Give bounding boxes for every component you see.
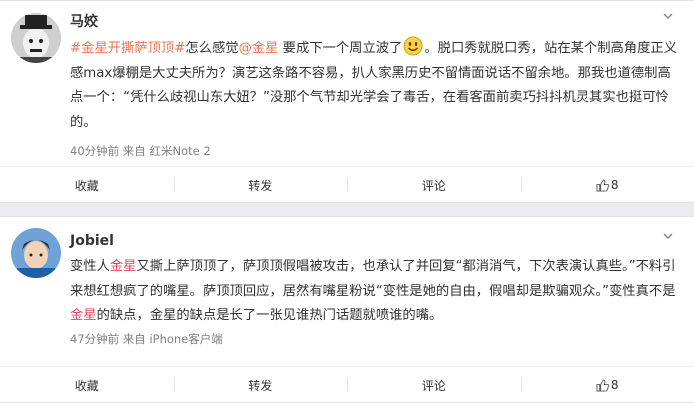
repost-button[interactable]: 转发 [174,167,348,203]
post-text: #金星开撕萨顶顶#怎么感觉@金星 要成下一个周立波了。脱口秀就脱口秀，站在某个制… [70,36,680,135]
favorite-label: 收藏 [75,177,99,194]
comment-label: 评论 [422,177,446,194]
like-count: 8 [611,378,619,392]
text-segment: 的缺点，金星的缺点是长了一张见谁热门话题就喷谁的嘴。 [97,308,443,323]
text-segment: 又撕上萨顶顶了，萨顶顶假唱被攻击，也承认了并回复“都消消气，下次表演认真些。”不… [70,259,676,299]
like-button[interactable]: 8 [521,367,694,403]
keyword-highlight[interactable]: 金星 [70,308,97,323]
text-segment: 变性人 [70,259,110,274]
username[interactable]: Jobiel [70,233,114,249]
chevron-down-icon[interactable] [663,11,673,21]
avatar[interactable] [11,13,61,63]
avatar[interactable] [11,228,61,278]
post-text: 变性人金星又撕上萨顶顶了，萨顶顶假唱被攻击，也承认了并回复“都消消气，下次表演认… [70,255,680,329]
text-segment: 要成下一个周立波了 [278,41,402,56]
repost-label: 转发 [248,177,272,194]
like-button[interactable]: 8 [521,167,694,203]
keyword-highlight[interactable]: 金星 [110,259,137,274]
thumbs-up-icon [596,379,609,392]
chevron-down-icon[interactable] [663,231,673,241]
hashtag-link[interactable]: #金星开撕萨顶顶# [70,41,185,56]
like-count: 8 [611,178,619,192]
favorite-label: 收藏 [75,377,99,394]
repost-button[interactable]: 转发 [174,367,348,403]
action-bar: 收藏 转发 评论 8 [0,366,694,403]
action-bar: 收藏 转发 评论 8 [0,166,694,203]
post-meta: 40分钟前 来自 红米Note 2 [70,143,211,159]
comment-button[interactable]: 评论 [347,367,521,403]
username[interactable]: 马姣 [70,11,98,31]
favorite-button[interactable]: 收藏 [0,167,174,203]
mention-link[interactable]: @金星 [239,41,279,56]
smile-emoji-icon [403,36,423,56]
post-meta: 47分钟前 来自 iPhone客户端 [70,331,223,347]
favorite-button[interactable]: 收藏 [0,367,174,403]
post-card: Jobiel 变性人金星又撕上萨顶顶了，萨顶顶假唱被攻击，也承认了并回复“都消消… [0,216,694,403]
repost-label: 转发 [248,377,272,394]
post-card: 马姣 #金星开撕萨顶顶#怎么感觉@金星 要成下一个周立波了。脱口秀就脱口秀，站在… [0,0,694,203]
text-segment: 怎么感觉 [185,41,238,56]
thumbs-up-icon [596,179,609,192]
comment-button[interactable]: 评论 [347,167,521,203]
comment-label: 评论 [422,377,446,394]
